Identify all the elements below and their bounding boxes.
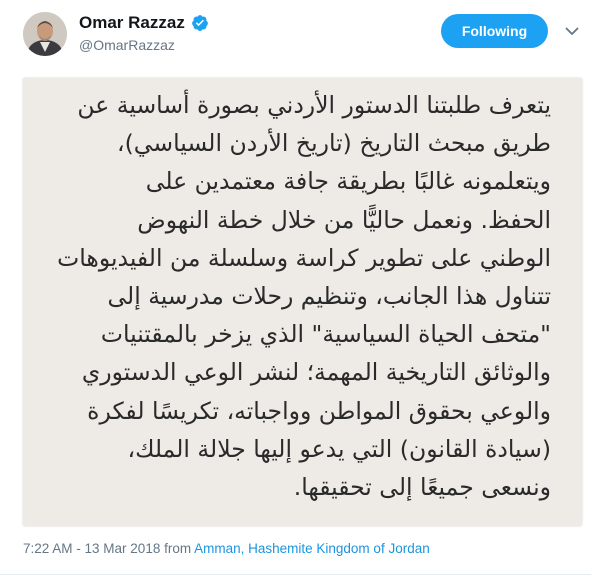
note-line: الحفظ. ونعمل حاليًّا من خلال خطة النهوض [137, 205, 551, 234]
divider [0, 574, 591, 575]
tweet-metadata: 7:22 AM - 13 Mar 2018 from Amman, Hashem… [23, 541, 430, 556]
note-line: الوطني على تطوير كراسة وسلسلة من الفيديو… [57, 243, 551, 272]
avatar[interactable] [23, 12, 67, 56]
tweet-header: Omar Razzaz @OmarRazzaz Following [0, 0, 591, 70]
note-line: "متحف الحياة السياسية" الذي يزخر بالمقتن… [100, 320, 551, 349]
meta-separator: - [72, 541, 85, 556]
note-line: والوعي بحقوق المواطن وواجباته، تكريسًا ل… [87, 396, 551, 425]
chevron-down-icon[interactable] [563, 22, 581, 40]
display-name[interactable]: Omar Razzaz [79, 13, 185, 33]
note-line: (سيادة القانون) التي يدعو إليها جلالة ال… [127, 434, 551, 463]
name-row: Omar Razzaz [79, 13, 209, 33]
tweet-date[interactable]: 13 Mar 2018 [85, 541, 161, 556]
note-line: ويتعلمونه غالبًا بطريقة جافة معتمدين على [145, 167, 551, 196]
note-line: والوثائق التاريخية المهمة؛ لنشر الوعي ال… [81, 358, 551, 387]
tweet-time[interactable]: 7:22 AM [23, 541, 73, 556]
note-line: طريق مبحث التاريخ (تاريخ الأردن السياسي)… [117, 129, 551, 158]
note-text: يتعرف طلبتنا الدستور الأردني بصورة أساسي… [51, 86, 551, 506]
verified-badge-icon [191, 14, 209, 32]
tweet-image-note[interactable]: يتعرف طلبتنا الدستور الأردني بصورة أساسي… [23, 78, 582, 526]
following-button[interactable]: Following [441, 14, 548, 48]
from-label: from [160, 541, 195, 556]
note-line: ونسعى جميعًا إلى تحقيقها. [293, 473, 551, 502]
note-line: يتعرف طلبتنا الدستور الأردني بصورة أساسي… [77, 91, 551, 119]
location-link[interactable]: Amman, Hashemite Kingdom of Jordan [194, 541, 430, 556]
user-handle[interactable]: @OmarRazzaz [79, 37, 175, 53]
note-line: تتناول هذا الجانب، وتنظيم رحلات مدرسية إ… [107, 282, 551, 311]
avatar-photo-icon [23, 12, 67, 56]
